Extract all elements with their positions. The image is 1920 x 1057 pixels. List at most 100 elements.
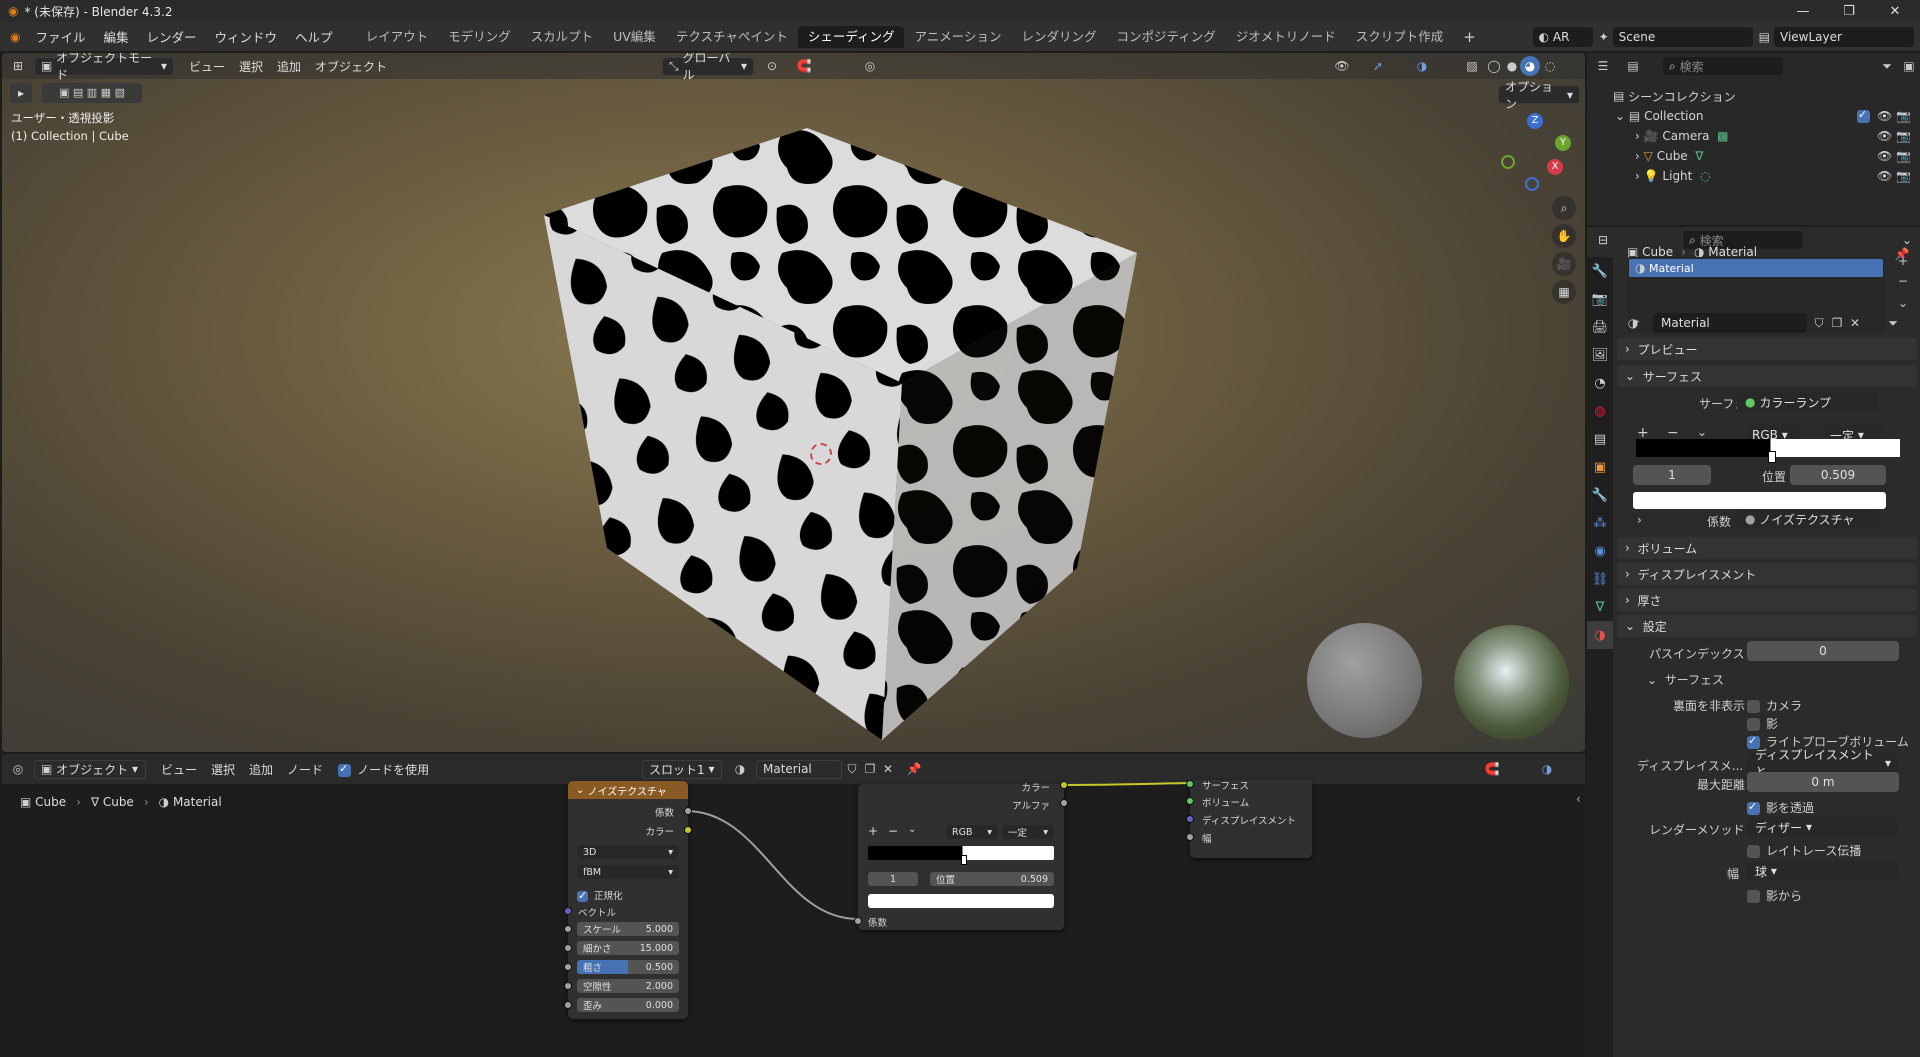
viewlayer-field[interactable]: ViewLayer (1774, 26, 1914, 47)
menu-edit[interactable]: 編集 (95, 27, 138, 46)
hide-backface-camera-checkbox[interactable] (1747, 700, 1760, 713)
out-volume-socket[interactable] (1186, 797, 1194, 805)
render-method-dropdown[interactable]: ディザー ▾ (1747, 817, 1899, 837)
fac-input-field[interactable]: ● ノイズテクスチャ (1737, 509, 1879, 529)
color-ramp-node[interactable]: カラー アルファ + − ⌄ RGB ▾ 一定 ▾ 1 位置 0.509 係数 (854, 781, 1068, 930)
scene-field[interactable]: Scene (1612, 26, 1753, 47)
tool-selector[interactable]: ▸ (10, 83, 32, 103)
noise-roughness-slider[interactable]: 粗さ 0.500 (577, 960, 679, 974)
noise-normalize-checkbox[interactable] (577, 889, 588, 902)
collection-checkbox[interactable] (1857, 108, 1870, 123)
ramp-position-field[interactable]: 位置 0.509 (930, 872, 1054, 886)
slot-specials-icon[interactable]: ⌄ (1893, 293, 1913, 313)
object-tab-icon[interactable]: ▣ (1587, 453, 1613, 481)
camera-view-icon[interactable]: 🎥 (1552, 252, 1576, 276)
constraints-tab-icon[interactable]: ⛓ (1587, 565, 1613, 593)
maximize-button[interactable]: ❐ (1826, 0, 1872, 22)
remove-slot-icon[interactable]: − (1893, 271, 1913, 291)
noise-distortion-socket[interactable] (564, 1001, 572, 1009)
camera-render-icon[interactable]: 📷 (1896, 129, 1911, 143)
light-eye-icon[interactable]: 👁 (1877, 169, 1892, 183)
material-new-icon[interactable]: ❐ (1827, 313, 1847, 333)
raytrace-transmission-toggle[interactable]: レイトレース伝播 (1747, 842, 1861, 859)
ramp-add-stop-icon[interactable]: + (868, 824, 878, 838)
noise-scale-socket[interactable] (564, 925, 572, 933)
ramp-interp-dropdown[interactable]: 一定 ▾ (1002, 825, 1054, 839)
cube-object[interactable] (532, 128, 1152, 748)
noise-dimension-dropdown[interactable]: 3D ▾ (577, 845, 679, 859)
solid-shading-icon[interactable]: ● (1502, 56, 1522, 76)
wireframe-shading-icon[interactable]: ◯ (1484, 56, 1504, 76)
snap-icon[interactable]: 🧲 (794, 56, 814, 76)
collection-camera-icon[interactable]: 📷 (1896, 109, 1911, 123)
tab-geometry-nodes[interactable]: ジオメトリノード (1226, 26, 1346, 48)
editor-type-icon[interactable]: ⊞ (8, 56, 28, 76)
axis-z-icon[interactable]: Z (1527, 113, 1543, 129)
ortho-toggle-icon[interactable]: ▦ (1552, 280, 1576, 304)
tab-texture-paint[interactable]: テクスチャペイント (666, 26, 798, 48)
collection-tab-icon[interactable]: ▤ (1587, 425, 1613, 453)
light-render-icon[interactable]: 📷 (1896, 169, 1911, 183)
orientation-dropdown[interactable]: ⤡ グローバル ▾ (662, 53, 754, 82)
noise-lacunarity-slider[interactable]: 空隙性 2.000 (577, 979, 679, 993)
section-surface[interactable]: ⌄ サーフェス (1617, 365, 1917, 387)
collection-row[interactable]: ⌄ ▤ Collection 👁 📷 (1587, 106, 1920, 126)
collection-eye-icon[interactable]: 👁 (1877, 109, 1892, 123)
noise-out-fac-socket[interactable] (684, 807, 692, 815)
vp-menu-add[interactable]: 追加 (270, 58, 308, 75)
outliner[interactable]: ☰ ▤ ⌕ 検索 ⏷ ▣ ▤ シーンコレクション ⌄ ▤ Collection … (1587, 53, 1920, 225)
ramp-in-fac-socket[interactable] (854, 917, 862, 925)
rendered-shading-icon[interactable]: ◌ (1540, 56, 1560, 76)
material-tab-icon[interactable]: ◑ (1587, 621, 1613, 649)
physics-tab-icon[interactable]: ◉ (1587, 537, 1613, 565)
camera-expand-icon[interactable]: › (1635, 129, 1640, 143)
tab-uv-editing[interactable]: UV編集 (603, 26, 666, 48)
axis-neg-y-icon[interactable] (1501, 155, 1515, 169)
ramp-stop-handle[interactable] (961, 855, 967, 865)
section-thickness[interactable]: › 厚さ (1617, 589, 1917, 611)
out-displacement-socket[interactable] (1186, 815, 1194, 823)
menu-window[interactable]: ウィンドウ (206, 27, 287, 46)
cube-eye-icon[interactable]: 👁 (1877, 149, 1892, 163)
ramp-out-alpha-socket[interactable] (1060, 799, 1068, 807)
pass-index-field[interactable]: 0 (1747, 641, 1899, 661)
navigation-gizmo[interactable]: Z Y X (1497, 113, 1577, 193)
subsection-surface[interactable]: ⌄ サーフェス (1647, 671, 1724, 688)
pivot-icon[interactable]: ⊙ (762, 56, 782, 76)
hide-backface-camera-toggle[interactable]: カメラ (1747, 697, 1802, 714)
scene-tab-icon[interactable]: ◔ (1587, 369, 1613, 397)
ramp-remove-stop-icon[interactable]: − (888, 824, 898, 838)
thickness-mode-dropdown[interactable]: 球 ▾ (1747, 861, 1899, 881)
tool-tab-icon[interactable]: 🔧 (1587, 257, 1613, 285)
noise-texture-node[interactable]: ⌄ ノイズテクスチャ 係数 カラー 3D▾ fBM▾ 正規化 ベクトル スケール… (564, 781, 692, 1019)
menu-help[interactable]: ヘルプ (286, 27, 342, 46)
cube-expand-icon[interactable]: › (1635, 149, 1640, 163)
fac-expand-icon[interactable]: › (1637, 513, 1642, 527)
section-volume[interactable]: › ボリューム (1617, 537, 1917, 559)
surface-shader-field[interactable]: ● カラーランプ (1737, 392, 1877, 412)
tab-scripting[interactable]: スクリプト作成 (1346, 26, 1454, 48)
axis-x-icon[interactable]: X (1547, 159, 1563, 175)
from-shadow-toggle[interactable]: 影から (1747, 887, 1802, 904)
out-surface-socket[interactable] (1186, 780, 1194, 788)
display-mode-icon[interactable]: ▤ (1623, 56, 1643, 76)
vp-menu-object[interactable]: オブジェクト (308, 58, 394, 75)
view-layer-tab-icon[interactable]: 🖼 (1587, 341, 1613, 369)
axis-y-icon[interactable]: Y (1555, 135, 1571, 151)
tab-compositing[interactable]: コンポジティング (1107, 26, 1226, 48)
axis-neg-z-icon[interactable] (1525, 177, 1539, 191)
add-slot-icon[interactable]: + (1893, 251, 1913, 271)
outliner-search[interactable]: ⌕ 検索 (1663, 57, 1783, 75)
collection-expand-icon[interactable]: ⌄ (1615, 109, 1625, 123)
tab-rendering[interactable]: レンダリング (1011, 26, 1106, 48)
filter-icon[interactable]: ⏷ (1877, 56, 1897, 76)
properties-type-icon[interactable]: ⊟ (1593, 230, 1613, 250)
visibility-icon[interactable]: 👁 (1332, 56, 1352, 76)
material-unlink-icon[interactable]: ✕ (1845, 313, 1865, 333)
max-distance-field[interactable]: 0 m (1747, 772, 1899, 792)
tab-layout[interactable]: レイアウト (356, 26, 439, 48)
ar-selector[interactable]: ◐ AR (1532, 26, 1593, 47)
vp-menu-select[interactable]: 選択 (232, 58, 270, 75)
noise-detail-socket[interactable] (564, 944, 572, 952)
noise-lacunarity-socket[interactable] (564, 982, 572, 990)
